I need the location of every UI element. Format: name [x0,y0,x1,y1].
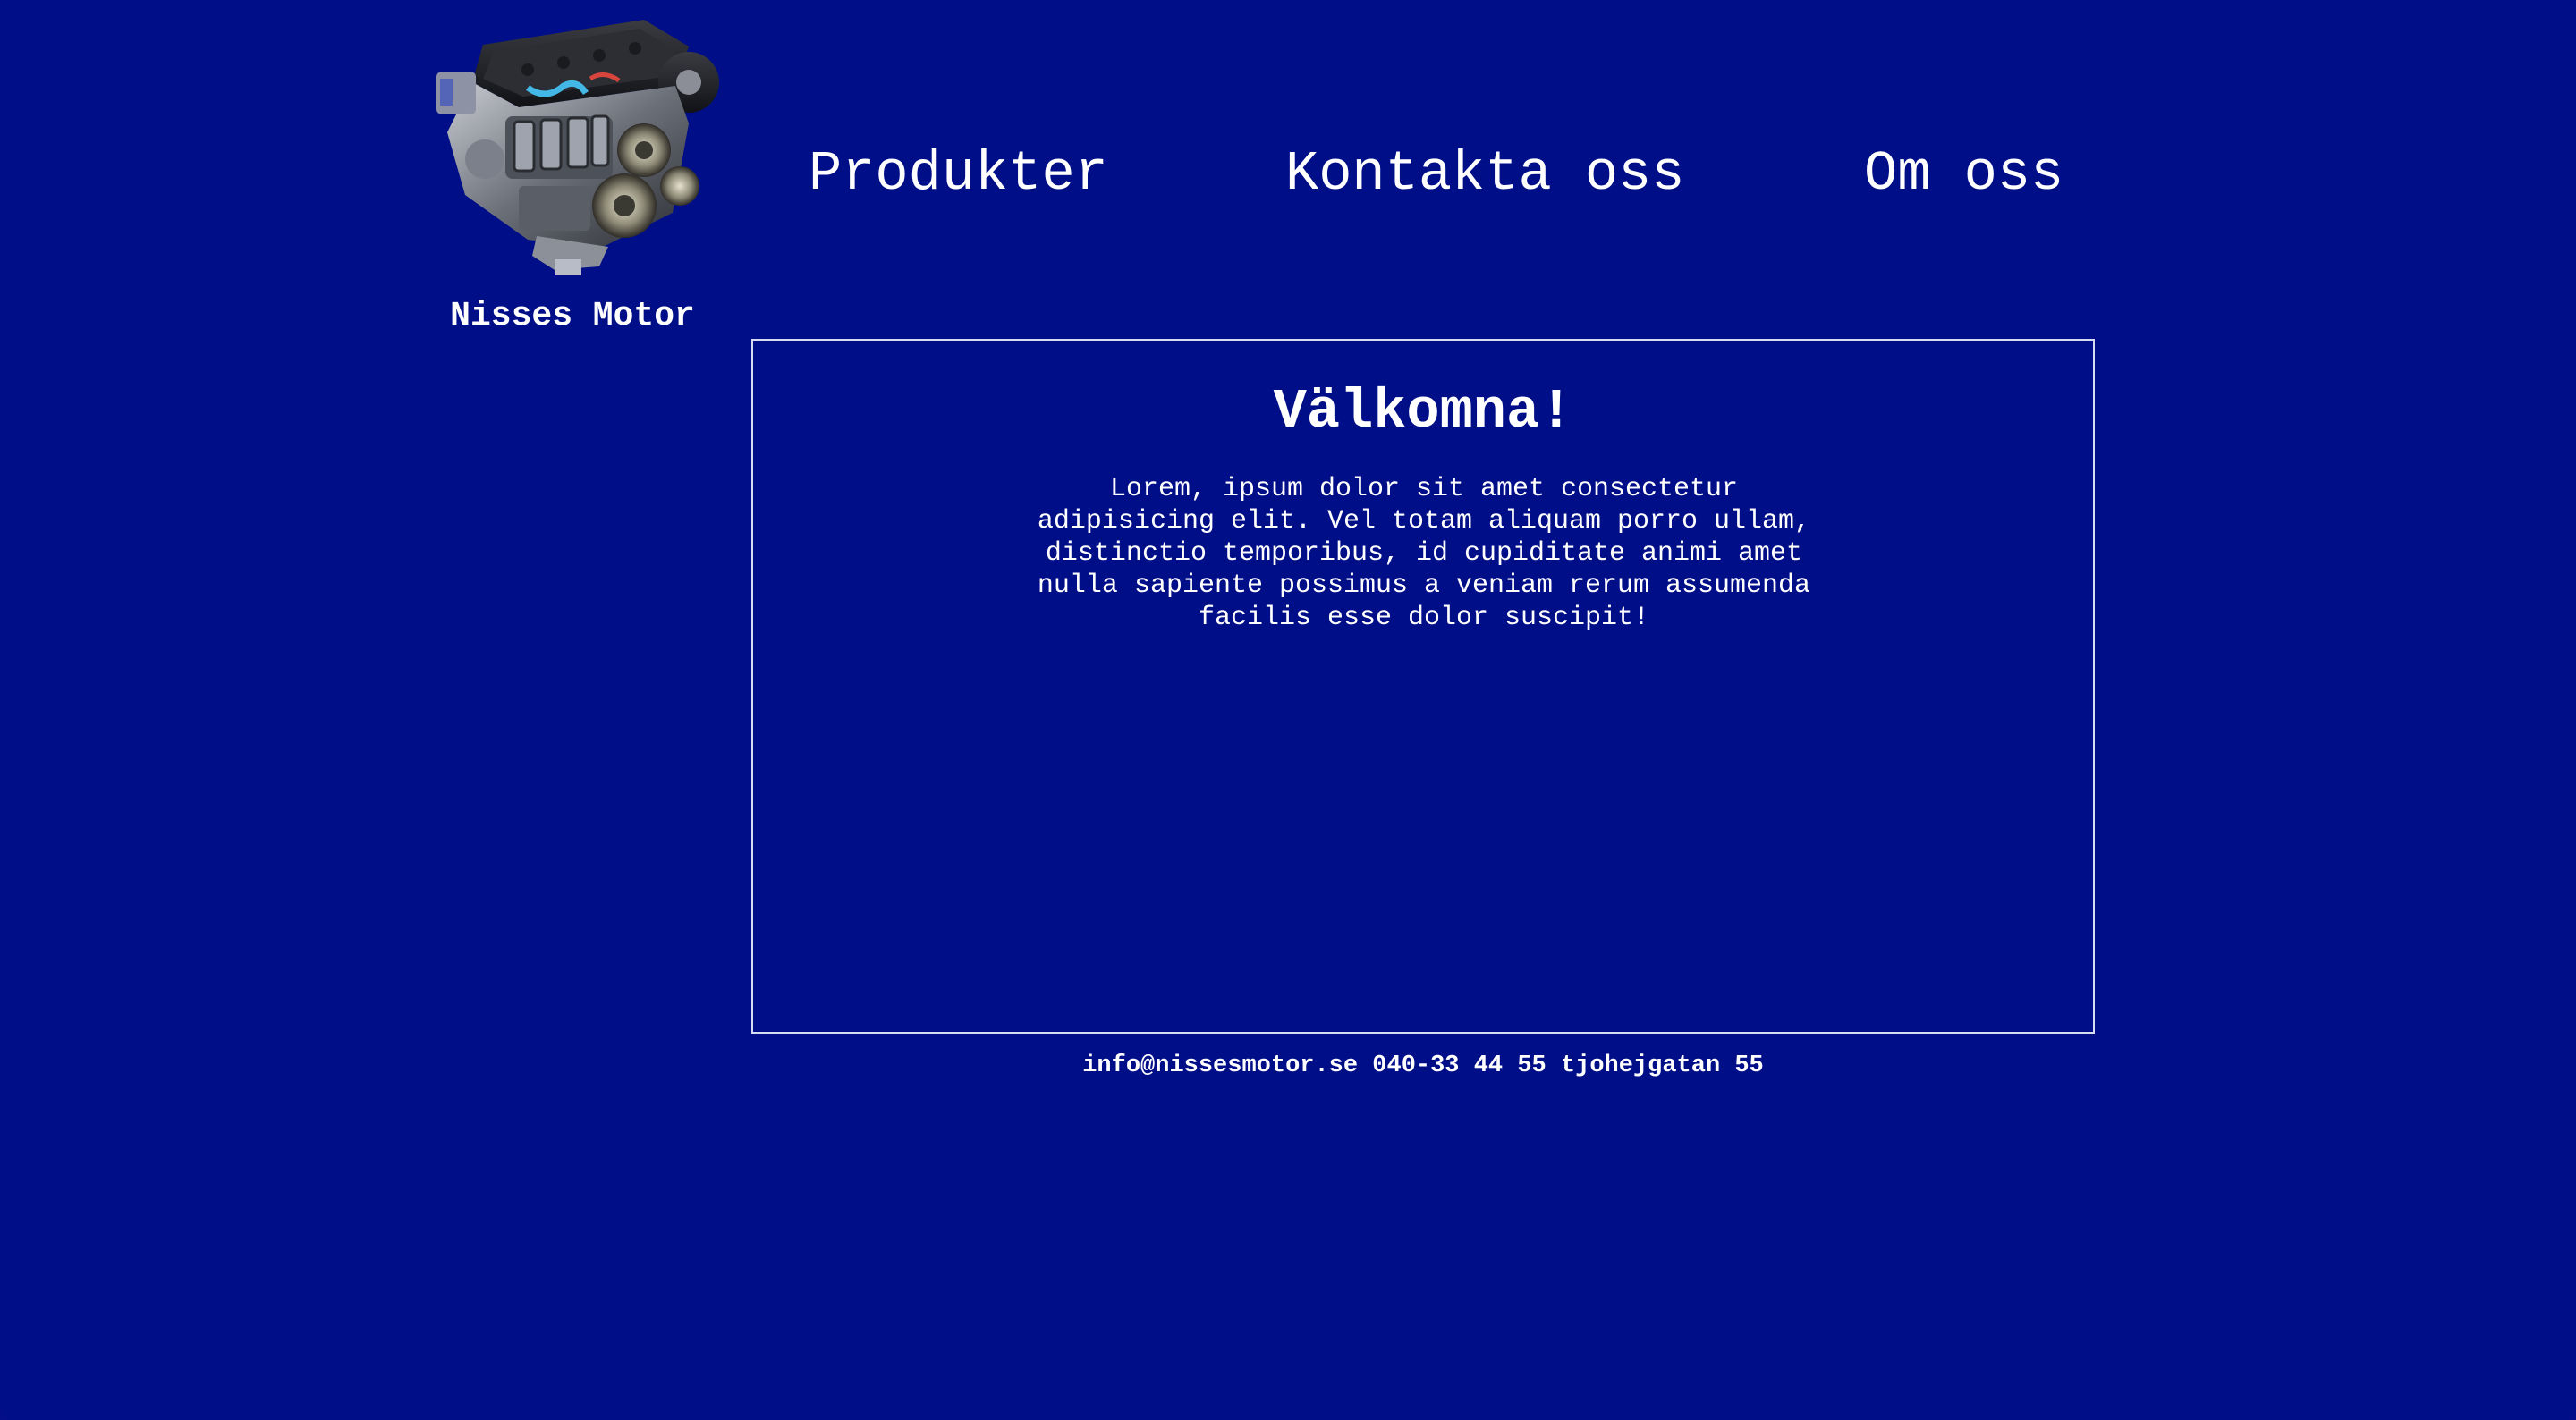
logo-block[interactable]: Nisses Motor [420,16,724,338]
nav-link-produkter[interactable]: Produkter [809,134,1108,215]
page: Nisses Motor Produkter Kontakta oss Om o… [0,0,2576,1420]
nav-link-om-oss[interactable]: Om oss [1864,134,2063,215]
engine-icon [436,20,719,275]
nav-link-kontakta-oss[interactable]: Kontakta oss [1285,134,1684,215]
site-name: Nisses Motor [450,297,695,335]
welcome-text: Lorem, ipsum dolor sit amet consectetur … [1037,474,1811,633]
welcome-title: Välkomna! [1273,380,1573,444]
content-box: Välkomna! Lorem, ipsum dolor sit amet co… [751,339,2095,1034]
main-nav: Produkter Kontakta oss Om oss [751,134,2093,215]
footer-contact: info@nissesmotor.se 040-33 44 55 tjohejg… [1082,1052,1764,1079]
